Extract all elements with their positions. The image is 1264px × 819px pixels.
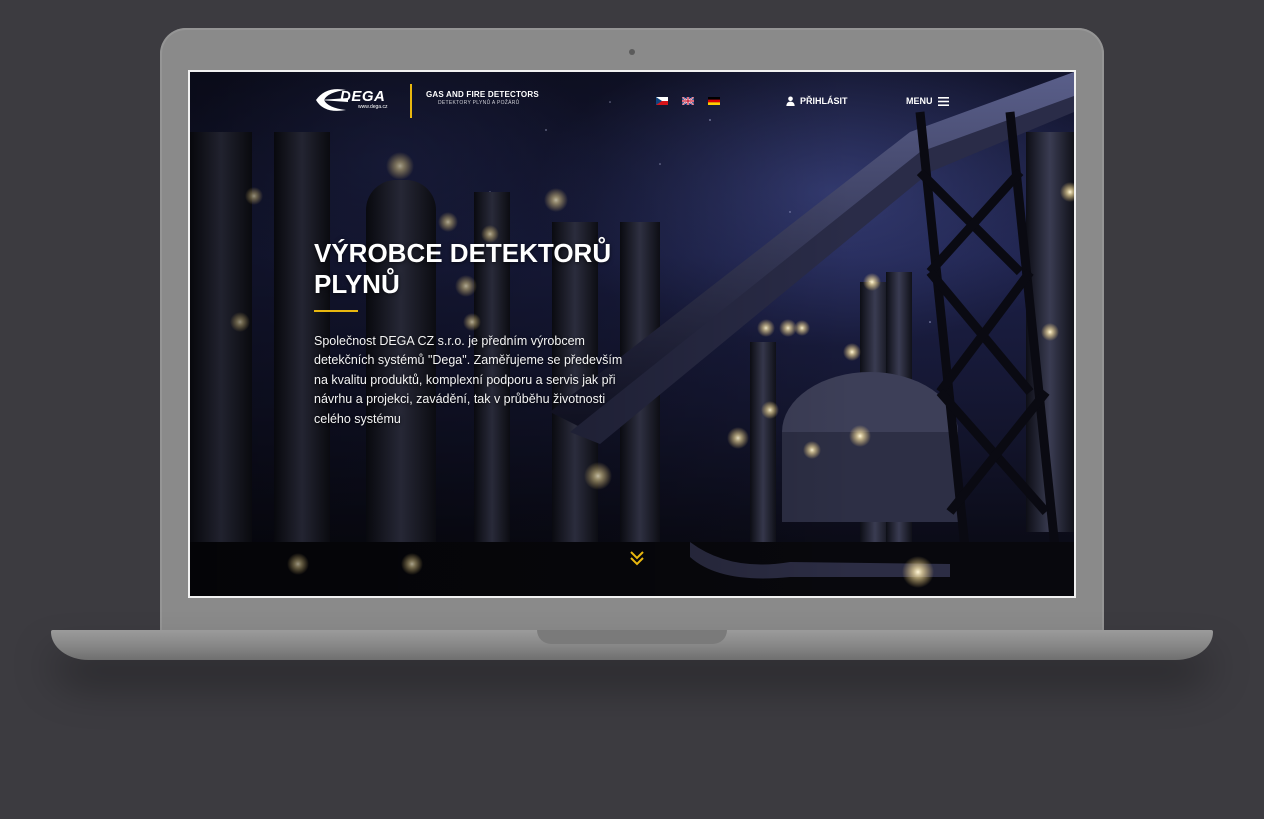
tagline-main: GAS AND FIRE DETECTORS	[426, 90, 539, 99]
logo-url: www.dega.cz	[358, 104, 388, 110]
login-button[interactable]: PŘIHLÁSIT	[786, 94, 848, 108]
laptop-notch	[537, 630, 727, 644]
hero-accent-line	[314, 310, 358, 312]
logo-divider	[410, 84, 412, 118]
uk-flag-icon[interactable]	[682, 97, 694, 105]
login-label: PŘIHLÁSIT	[800, 96, 848, 106]
czech-flag-icon[interactable]	[656, 97, 668, 105]
scroll-down-chevron-icon[interactable]	[630, 550, 644, 566]
hero-description: Společnost DEGA CZ s.r.o. je předním výr…	[314, 334, 623, 426]
hamburger-icon	[937, 96, 949, 106]
laptop-camera	[629, 49, 635, 55]
user-icon	[786, 96, 795, 106]
german-flag-icon[interactable]	[708, 97, 720, 105]
laptop-screen: DEGA www.dega.cz GAS AND FIRE DETECTORS …	[188, 70, 1076, 598]
menu-button[interactable]: MENU	[906, 94, 949, 108]
menu-label: MENU	[906, 96, 933, 106]
dega-logo[interactable]: DEGA www.dega.cz	[314, 84, 398, 114]
hero-title: VÝROBCE DETEKTORŮ PLYNŮ	[314, 238, 612, 299]
tagline-sub: DETEKTORY PLYNŮ A POŽÁRŮ	[438, 100, 520, 106]
logo-text: DEGA	[340, 88, 386, 105]
